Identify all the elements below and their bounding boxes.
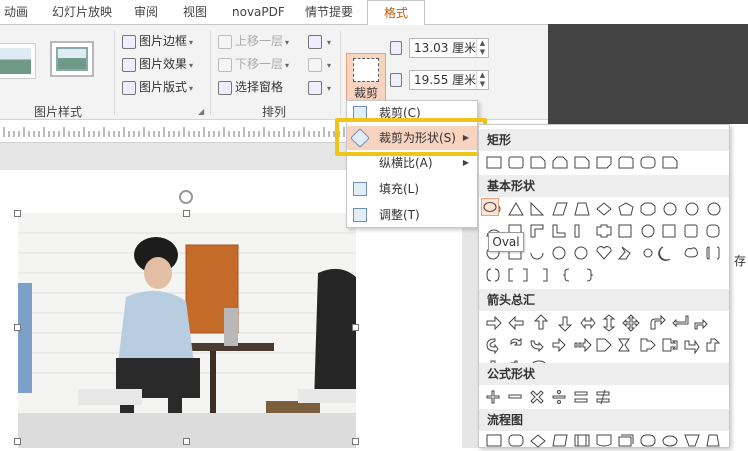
rotate-button[interactable]: ▾ [308,77,331,97]
group-icon [308,57,322,72]
pen-icon [122,34,136,49]
block-arrows-row-1[interactable] [483,313,727,333]
gallery-section-flowchart: 流程图 [479,409,729,431]
selection-pane-icon [218,80,232,95]
window-background-right-lower [548,110,748,124]
tab-format[interactable]: 格式 [367,0,425,25]
picture-style-thumb-1[interactable] [0,43,36,79]
resize-handle-right[interactable] [352,324,359,331]
align-button[interactable]: ▾ [308,31,331,51]
flowchart-shapes-row[interactable] [483,431,727,451]
width-icon [390,69,405,89]
send-backward-label: 下移一层 [235,57,284,71]
rotate-handle-icon[interactable] [179,190,193,204]
menu-item-fill-label: 填充(L) [379,182,420,196]
picture-effect-label: 图片效果 [139,57,188,71]
selected-picture[interactable] [18,213,356,448]
send-backward-button[interactable]: 下移一层 ▾ [218,54,289,74]
gallery-section-equation-shapes: 公式形状 [479,363,729,385]
ribbon-tabs: 动画 幻灯片放映 审阅 视图 novaPDF 情节提要 格式 [0,0,748,25]
tab-novapdf[interactable]: novaPDF [232,0,285,24]
basic-shapes-row-4[interactable] [483,265,727,285]
resize-handle-left[interactable] [14,324,21,331]
menu-item-fit-label: 调整(T) [379,208,420,222]
gallery-section-basic-shapes-label: 基本形状 [487,179,536,193]
resize-handle-bottom-right[interactable] [352,438,359,445]
rotate-icon [308,80,322,95]
send-backward-icon [218,57,232,72]
picture-effect-button[interactable]: 图片效果 ▾ [122,54,193,74]
bring-forward-icon [218,34,232,49]
group-button[interactable]: ▾ [308,54,331,74]
picture-style-thumb-2[interactable] [50,41,94,77]
gallery-section-block-arrows-label: 箭头总汇 [487,293,536,307]
shape-tooltip: Oval [488,232,524,252]
menu-item-fill[interactable]: 填充(L) [347,177,477,201]
layout-icon [122,80,136,95]
resize-handle-top[interactable] [183,210,190,217]
bring-forward-button[interactable]: 上移一层 ▾ [218,31,289,51]
tab-view[interactable]: 视图 [183,0,207,24]
shape-gallery: 矩形 基本形状 箭头总汇 公式形状 流程图 [478,124,730,448]
gallery-section-flowchart-label: 流程图 [487,413,524,427]
menu-item-fit[interactable]: 调整(T) [347,203,477,227]
group-label-picture-styles: 图片样式 [34,105,83,119]
width-value: 19.55 厘米 [414,73,477,87]
selection-pane-label: 选择窗格 [235,80,284,94]
oval-shape-hover-icon[interactable] [481,198,499,216]
selection-pane-button[interactable]: 选择窗格 [218,77,283,97]
crop-icon [353,58,379,82]
gallery-section-equation-shapes-label: 公式形状 [487,367,536,381]
height-value: 13.03 厘米 [414,41,477,55]
rectangle-shapes-row[interactable] [483,153,727,173]
fit-icon [353,208,367,222]
width-spin-arrows[interactable]: ▲ ▼ [476,71,488,89]
block-arrows-row-2[interactable] [483,335,727,355]
height-spin-arrows[interactable]: ▲ ▼ [476,39,488,57]
tab-animation[interactable]: 动画 [4,0,28,24]
tab-slideshow[interactable]: 幻灯片放映 [52,0,112,24]
height-icon [390,37,405,57]
picture-layout-label: 图片版式 [139,80,188,94]
width-icon-glyph [390,72,402,87]
separator [114,31,115,115]
tab-storyboard[interactable]: 情节提要 [305,0,353,24]
tab-review[interactable]: 审阅 [134,0,158,24]
resize-handle-bottom-left[interactable] [14,438,21,445]
group-label-arrange: 排列 [262,105,287,119]
gallery-section-rectangle: 矩形 [479,129,729,151]
partial-side-text: 存 [734,254,747,268]
equation-shapes-row[interactable] [483,387,727,407]
annotation-highlight-box [335,118,487,156]
height-input[interactable]: 13.03 厘米 ▲ ▼ [409,38,489,58]
picture-content [18,213,356,448]
width-input[interactable]: 19.55 厘米 ▲ ▼ [409,70,489,90]
picture-styles-launcher-icon[interactable]: ◢ [198,107,204,116]
effect-icon [122,57,136,72]
height-icon-glyph [390,40,402,55]
bring-forward-label: 上移一层 [235,34,284,48]
picture-layout-button[interactable]: 图片版式 ▾ [122,77,193,97]
crop-label: 裁剪 [353,86,378,100]
gallery-section-block-arrows: 箭头总汇 [479,289,729,311]
menu-item-aspect-ratio-label: 纵横比(A) [379,156,433,170]
separator [340,31,341,115]
basic-shapes-row-1[interactable] [483,199,727,219]
resize-handle-bottom[interactable] [183,438,190,445]
align-icon [308,34,322,49]
picture-border-button[interactable]: 图片边框 ▾ [122,31,193,51]
fill-icon [353,182,367,196]
picture-border-label: 图片边框 [139,34,188,48]
gallery-section-rectangle-label: 矩形 [487,133,512,147]
resize-handle-top-left[interactable] [14,210,21,217]
gallery-section-basic-shapes: 基本形状 [479,175,729,197]
separator [210,31,211,115]
